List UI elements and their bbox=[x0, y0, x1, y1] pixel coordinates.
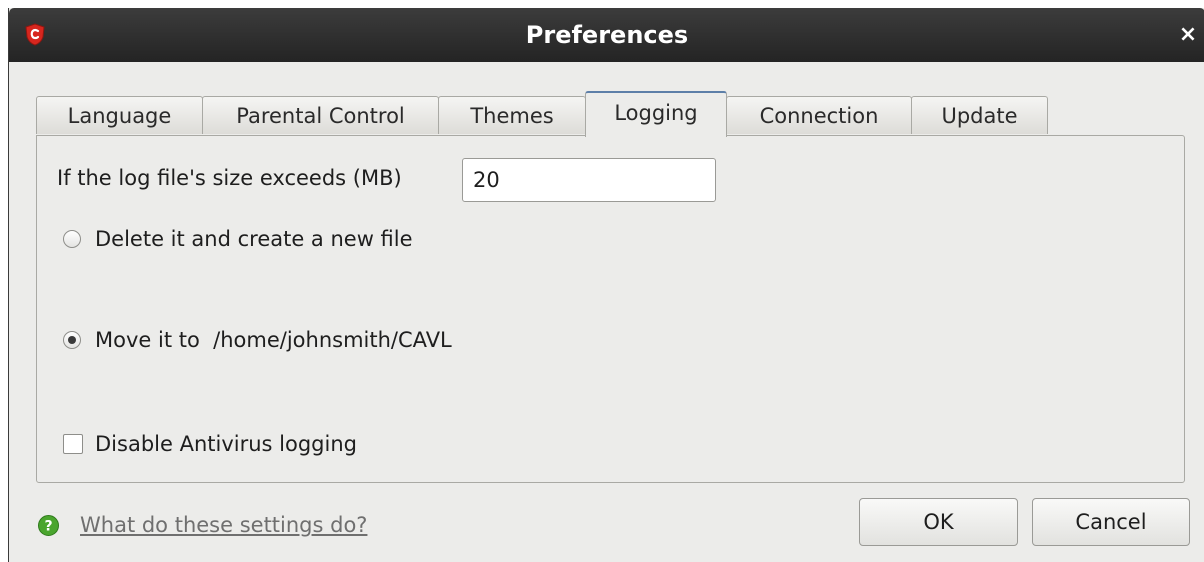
cancel-button[interactable]: Cancel bbox=[1032, 498, 1190, 546]
log-size-label: If the log file's size exceeds (MB) bbox=[57, 166, 402, 190]
move-file-radio[interactable] bbox=[63, 331, 81, 349]
tab-logging[interactable]: Logging bbox=[585, 91, 727, 137]
disable-logging-label: Disable Antivirus logging bbox=[95, 432, 357, 456]
tab-language[interactable]: Language bbox=[36, 96, 203, 134]
disable-logging-checkbox[interactable] bbox=[63, 434, 83, 454]
tab-connection[interactable]: Connection bbox=[726, 96, 912, 134]
disable-logging-option[interactable]: Disable Antivirus logging bbox=[63, 431, 357, 457]
tab-parental-control[interactable]: Parental Control bbox=[202, 96, 439, 134]
logging-panel: If the log file's size exceeds (MB) Dele… bbox=[36, 135, 1185, 483]
move-file-option[interactable]: Move it to /home/johnsmith/CAVL bbox=[63, 327, 452, 353]
close-icon[interactable]: × bbox=[1177, 24, 1199, 46]
window-title: Preferences bbox=[525, 21, 689, 49]
help-link[interactable]: What do these settings do? bbox=[80, 513, 367, 537]
delete-file-option[interactable]: Delete it and create a new file bbox=[63, 226, 413, 252]
preferences-window: Preferences × Language Parental Control … bbox=[8, 8, 1204, 562]
delete-file-label: Delete it and create a new file bbox=[95, 227, 413, 251]
svg-text:?: ? bbox=[44, 519, 52, 535]
title-bar[interactable]: Preferences × bbox=[9, 8, 1204, 62]
move-file-label: Move it to /home/johnsmith/CAVL bbox=[95, 328, 452, 352]
delete-file-radio[interactable] bbox=[63, 230, 81, 248]
tab-themes[interactable]: Themes bbox=[438, 96, 586, 134]
ok-button[interactable]: OK bbox=[859, 498, 1018, 546]
question-mark-icon[interactable]: ? bbox=[38, 515, 59, 536]
tab-update[interactable]: Update bbox=[911, 96, 1048, 134]
log-size-input[interactable] bbox=[462, 158, 716, 202]
